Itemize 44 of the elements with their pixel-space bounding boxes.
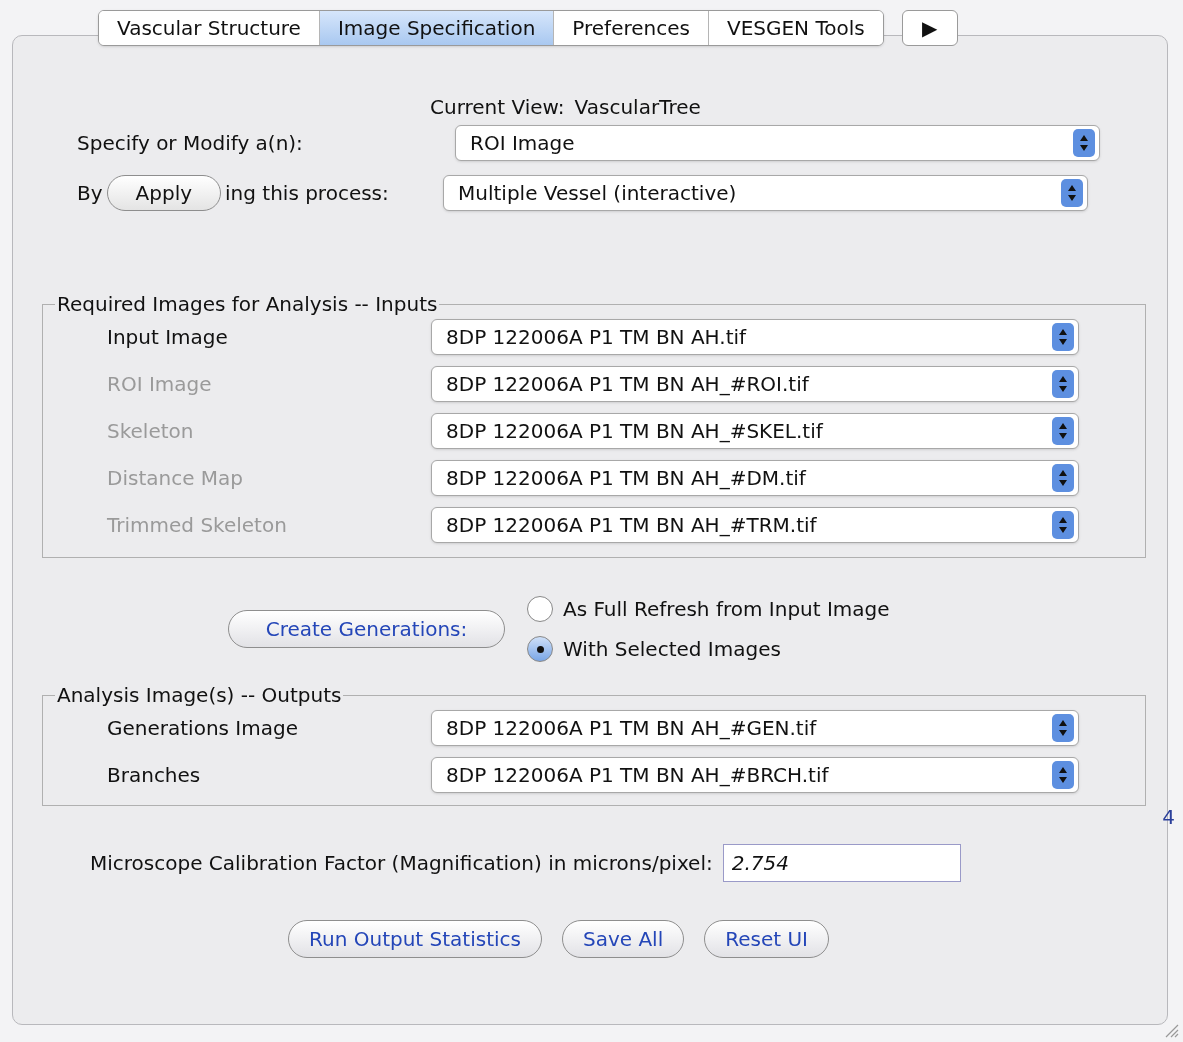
field-label: Microscope Calibration Factor (Magnification) in microns/pixel: [90, 850, 713, 877]
tab-overflow-button[interactable]: ▶ [901, 10, 958, 46]
create-generations-button[interactable]: Create Generations: [228, 610, 505, 648]
dropdown[interactable]: 8DP 122006A P1 TM BN AH_#GEN.tif [431, 710, 1079, 746]
field-label: Input Image [107, 324, 228, 351]
field-label: Distance Map [107, 465, 243, 492]
current-view-value: VascularTree [574, 94, 701, 121]
field-label: Skeleton [107, 418, 194, 445]
dropdown[interactable]: Multiple Vessel (interactive) [443, 175, 1089, 211]
group-title: Analysis Image(s) -- Outputs [56, 682, 343, 709]
apply-button[interactable]: Apply [106, 175, 222, 211]
current-view-label: Current View: [430, 94, 565, 121]
radio-label: With Selected Images [563, 636, 781, 663]
dropdown[interactable]: 8DP 122006A P1 TM BN AH.tif [431, 319, 1079, 355]
field-label: Branches [107, 762, 201, 789]
field-label: Trimmed Skeleton [107, 512, 287, 539]
margin-number: 4 [1162, 806, 1175, 828]
resize-grip-icon[interactable] [1163, 1022, 1179, 1038]
tab[interactable]: Preferences [553, 11, 708, 45]
stepper-arrows-icon [1052, 761, 1074, 789]
dropdown[interactable]: ROI Image [455, 125, 1100, 161]
field-label: By [77, 180, 103, 207]
tab[interactable]: Image Specification [318, 11, 554, 45]
radio-label: As Full Refresh from Input Image [563, 596, 890, 623]
field-label: ing this process: [225, 180, 390, 207]
stepper-arrows-icon [1052, 323, 1074, 351]
stepper-arrows-icon [1052, 417, 1074, 445]
stepper-arrows-icon [1073, 129, 1095, 157]
stepper-arrows-icon [1052, 511, 1074, 539]
field-label: Specify or Modify a(n): [77, 130, 304, 157]
action-button[interactable]: Save All [561, 920, 685, 958]
stepper-arrows-icon [1052, 714, 1074, 742]
action-button[interactable]: Run Output Statistics [288, 920, 542, 958]
stepper-arrows-icon [1052, 370, 1074, 398]
stepper-arrows-icon [1061, 179, 1084, 207]
tab[interactable]: VESGEN Tools [707, 11, 883, 45]
action-button[interactable]: Reset UI [704, 920, 829, 958]
tab[interactable]: Vascular Structure [99, 11, 319, 45]
calibration-input-field[interactable]: 2.754 [722, 844, 961, 882]
dropdown[interactable]: 8DP 122006A P1 TM BN AH_#BRCH.tif [431, 757, 1079, 793]
stepper-arrows-icon [1052, 464, 1074, 492]
field-label: ROI Image [107, 371, 212, 398]
group-title: Required Images for Analysis -- Inputs [56, 291, 439, 318]
field-label: Generations Image [107, 715, 298, 742]
